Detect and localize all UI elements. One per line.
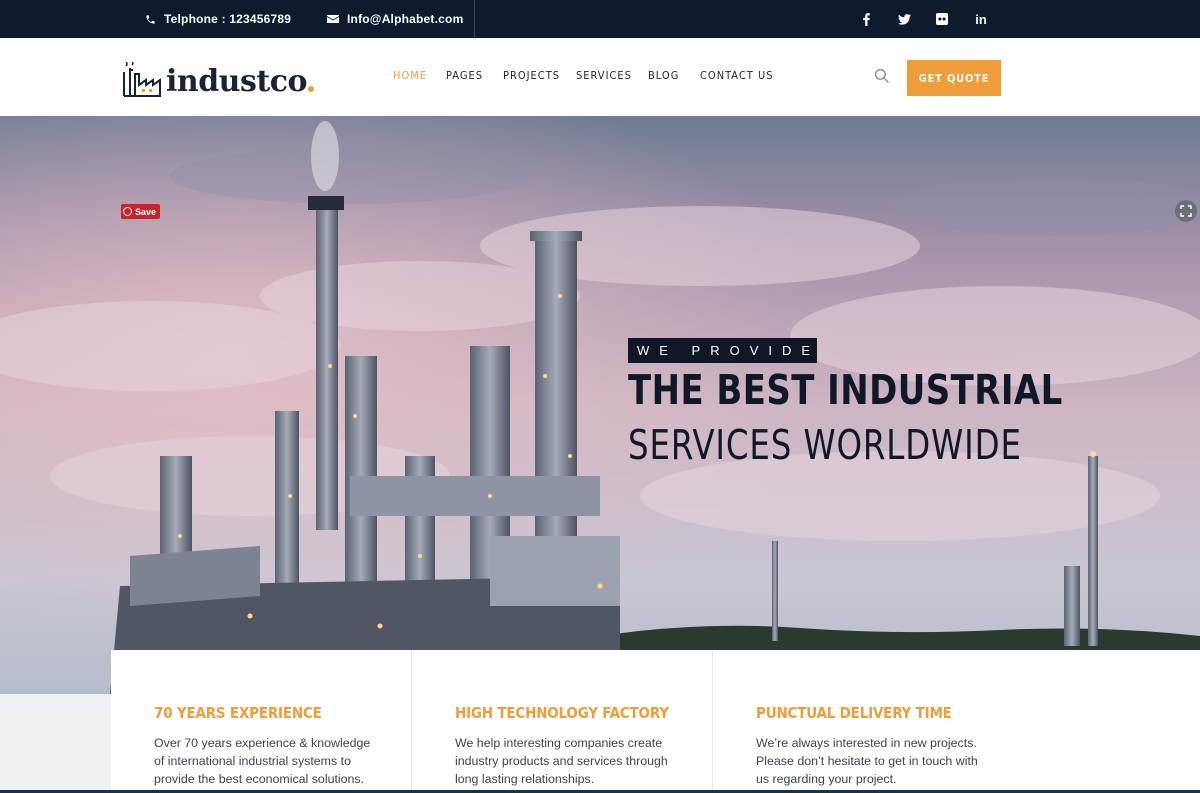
logo-dot xyxy=(308,86,315,92)
feature-title: PUNCTUAL DELIVERY TIME xyxy=(756,704,952,722)
nav-home[interactable]: HOME xyxy=(393,69,427,82)
nav-projects[interactable]: PROJECTS xyxy=(503,69,560,82)
top-bar: Telphone : 123456789 Info@Alphabet.com i… xyxy=(0,0,1200,38)
feature-card: HIGH TECHNOLOGY FACTORY We help interest… xyxy=(411,650,712,793)
facebook-icon[interactable] xyxy=(855,0,877,38)
feature-card: 70 YEARS EXPERIENCE Over 70 years experi… xyxy=(111,650,412,793)
twitter-icon[interactable] xyxy=(893,0,915,38)
site-header: industco HOME PAGES PROJECTS SERVICES BL… xyxy=(0,38,1200,116)
topbar-divider xyxy=(474,0,475,38)
site-logo[interactable]: industco xyxy=(122,58,315,99)
pinterest-icon xyxy=(123,207,132,216)
nav-pages[interactable]: PAGES xyxy=(446,69,483,82)
feature-card: PUNCTUAL DELIVERY TIME We’re always inte… xyxy=(712,650,1013,793)
phone-contact[interactable]: Telphone : 123456789 xyxy=(145,0,291,38)
phone-icon xyxy=(146,14,155,24)
feature-title: 70 YEARS EXPERIENCE xyxy=(154,704,322,722)
nav-contact-us[interactable]: CONTACT US xyxy=(700,69,774,82)
logo-text: industco xyxy=(166,64,308,99)
linkedin-icon[interactable]: in xyxy=(970,0,992,38)
linkedin-label: in xyxy=(975,11,987,27)
nav-services[interactable]: SERVICES xyxy=(576,69,632,82)
hero-banner: Save WE PROVIDE THE BEST INDUSTRIAL SERV… xyxy=(0,116,1200,694)
hero-title: THE BEST INDUSTRIAL xyxy=(628,366,1063,414)
phone-text: Telphone : 123456789 xyxy=(164,12,292,26)
hero-subtitle: SERVICES WORLDWIDE xyxy=(628,421,1022,469)
pinterest-save-button[interactable]: Save xyxy=(121,204,161,219)
feature-cards: 70 YEARS EXPERIENCE Over 70 years experi… xyxy=(111,650,1200,793)
envelope-icon xyxy=(327,15,339,23)
feature-text: We help interesting companies create ind… xyxy=(455,736,668,786)
feature-text: Over 70 years experience & knowledge of … xyxy=(154,736,371,786)
nav-blog[interactable]: BLOG xyxy=(648,69,679,82)
hero-badge: WE PROVIDE xyxy=(628,338,817,363)
search-icon[interactable] xyxy=(874,68,892,86)
email-contact[interactable]: Info@Alphabet.com xyxy=(327,0,463,38)
email-text: Info@Alphabet.com xyxy=(347,12,464,26)
flickr-icon[interactable] xyxy=(931,0,953,38)
expand-icon[interactable] xyxy=(1175,200,1197,222)
factory-logo-icon xyxy=(123,62,161,97)
pinterest-save-label: Save xyxy=(135,206,157,217)
get-quote-button[interactable]: GET QUOTE xyxy=(907,60,1001,96)
feature-text: We’re always interested in new projects.… xyxy=(756,736,978,786)
feature-title: HIGH TECHNOLOGY FACTORY xyxy=(455,704,669,722)
